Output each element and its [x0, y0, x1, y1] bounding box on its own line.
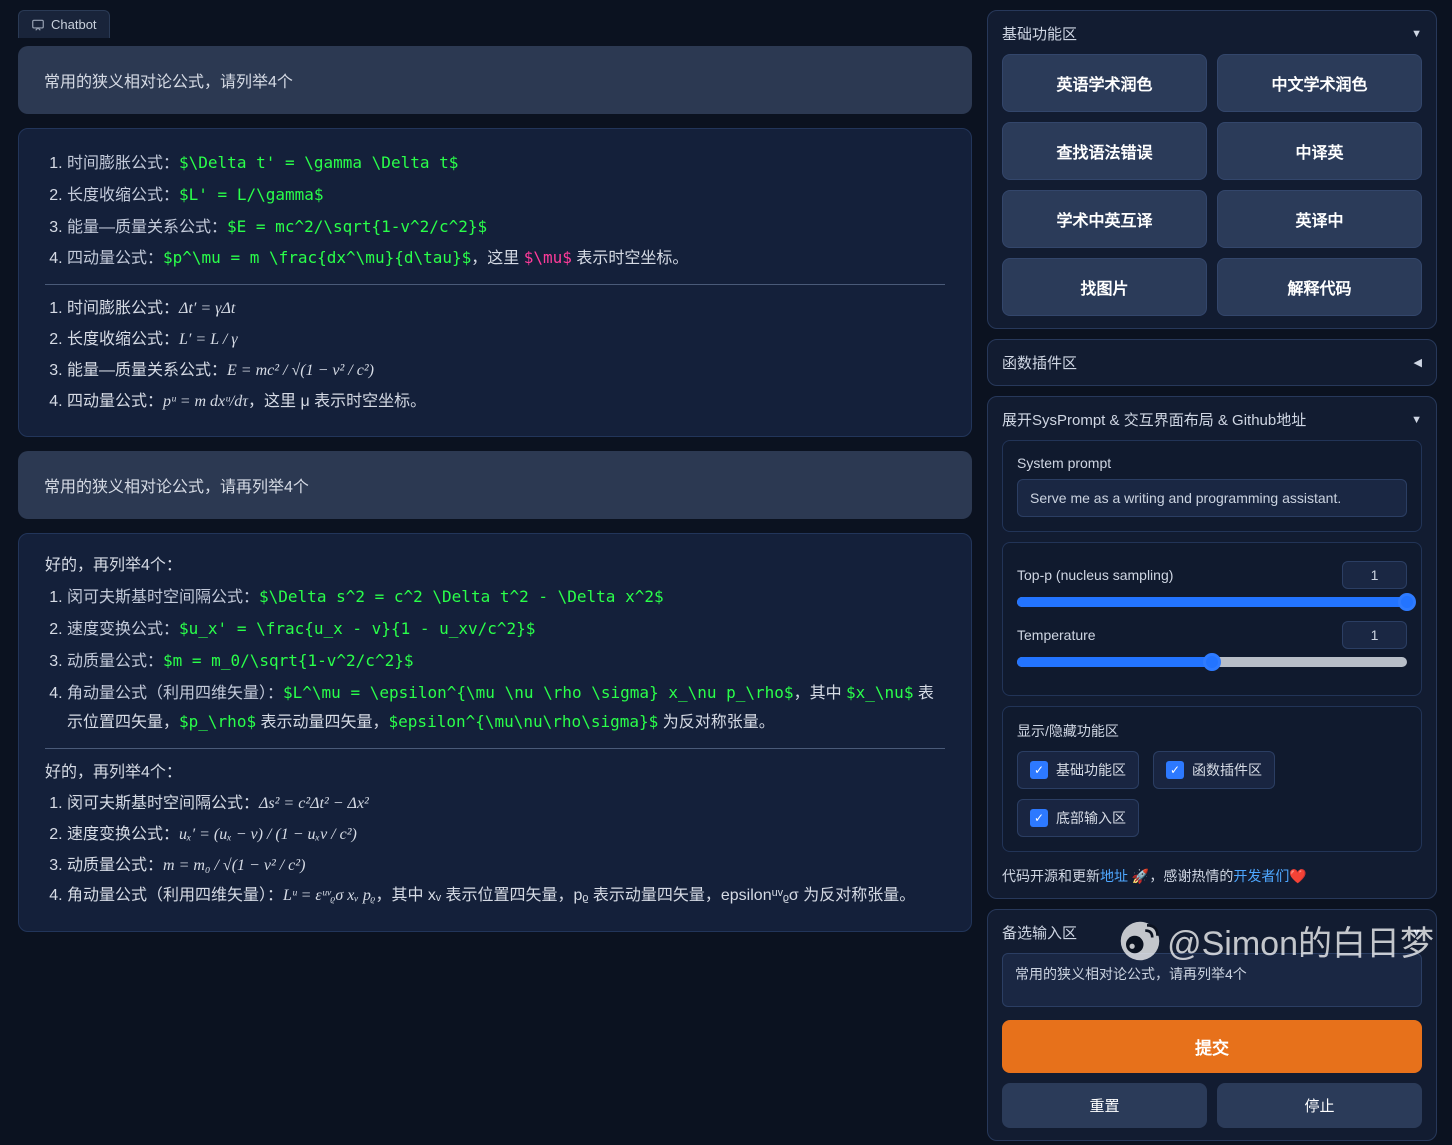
chevron-down-icon: ▼ — [1411, 414, 1422, 426]
fn-btn-academic-translate[interactable]: 学术中英互译 — [1002, 190, 1207, 248]
reset-button[interactable]: 重置 — [1002, 1083, 1207, 1128]
bot-message: 时间膨胀公式：$\Delta t' = \gamma \Delta t$ 长度收… — [18, 128, 972, 437]
system-prompt-input[interactable] — [1017, 479, 1407, 517]
toggle-areas-label: 显示/隐藏功能区 — [1017, 721, 1407, 741]
panel-alt-input-header[interactable]: 备选输入区 ▼ — [1002, 922, 1422, 943]
tab-chatbot[interactable]: Chatbot — [18, 10, 110, 38]
footer-text: 代码开源和更新地址 🚀，感谢热情的开发者们❤️ — [1002, 866, 1422, 886]
top-p-value[interactable] — [1342, 561, 1407, 589]
submit-button[interactable]: 提交 — [1002, 1020, 1422, 1073]
fn-btn-english-polish[interactable]: 英语学术润色 — [1002, 54, 1207, 112]
check-icon: ✓ — [1030, 761, 1048, 779]
panel-plugins: 函数插件区 ◀ — [987, 339, 1437, 386]
chevron-down-icon: ▼ — [1411, 927, 1422, 939]
alt-input-textarea[interactable]: 常用的狭义相对论公式，请再列举4个 — [1002, 953, 1422, 1007]
panel-sysprompt: 展开SysPrompt & 交互界面布局 & Github地址 ▼ System… — [987, 396, 1437, 899]
fn-btn-explain-code[interactable]: 解释代码 — [1217, 258, 1422, 316]
chat-icon — [31, 18, 45, 32]
user-message: 常用的狭义相对论公式，请列举4个 — [18, 46, 972, 114]
checkbox-basic-area[interactable]: ✓基础功能区 — [1017, 751, 1139, 789]
panel-sysprompt-header[interactable]: 展开SysPrompt & 交互界面布局 & Github地址 ▼ — [1002, 409, 1422, 430]
bot-message: 好的，再列举4个： 闵可夫斯基时空间隔公式：$\Delta s^2 = c^2 … — [18, 533, 972, 932]
temperature-label: Temperature — [1017, 627, 1328, 643]
chat-area: 常用的狭义相对论公式，请列举4个 时间膨胀公式：$\Delta t' = \ga… — [18, 46, 972, 1135]
top-p-label: Top-p (nucleus sampling) — [1017, 567, 1328, 583]
fn-btn-find-image[interactable]: 找图片 — [1002, 258, 1207, 316]
check-icon: ✓ — [1030, 809, 1048, 827]
checkbox-plugin-area[interactable]: ✓函数插件区 — [1153, 751, 1275, 789]
checkbox-bottom-input[interactable]: ✓底部输入区 — [1017, 799, 1139, 837]
panel-basic: 基础功能区 ▼ 英语学术润色 中文学术润色 查找语法错误 中译英 学术中英互译 … — [987, 10, 1437, 329]
temperature-slider[interactable] — [1017, 657, 1407, 667]
link-source-address[interactable]: 地址 — [1100, 868, 1128, 884]
temperature-value[interactable] — [1342, 621, 1407, 649]
stop-button[interactable]: 停止 — [1217, 1083, 1422, 1128]
tab-label: Chatbot — [51, 17, 97, 32]
check-icon: ✓ — [1166, 761, 1184, 779]
top-p-slider[interactable] — [1017, 597, 1407, 607]
fn-btn-en-to-zh[interactable]: 英译中 — [1217, 190, 1422, 248]
system-prompt-label: System prompt — [1017, 455, 1407, 471]
chevron-left-icon: ◀ — [1414, 356, 1422, 369]
panel-basic-header[interactable]: 基础功能区 ▼ — [1002, 23, 1422, 44]
chevron-down-icon: ▼ — [1411, 28, 1422, 40]
fn-btn-grammar-check[interactable]: 查找语法错误 — [1002, 122, 1207, 180]
fn-btn-zh-to-en[interactable]: 中译英 — [1217, 122, 1422, 180]
user-message: 常用的狭义相对论公式，请再列举4个 — [18, 451, 972, 519]
link-developers[interactable]: 开发者们 — [1233, 868, 1289, 884]
panel-plugins-header[interactable]: 函数插件区 ◀ — [1002, 352, 1422, 373]
fn-btn-chinese-polish[interactable]: 中文学术润色 — [1217, 54, 1422, 112]
panel-alt-input: 备选输入区 ▼ 常用的狭义相对论公式，请再列举4个 提交 重置 停止 — [987, 909, 1437, 1141]
